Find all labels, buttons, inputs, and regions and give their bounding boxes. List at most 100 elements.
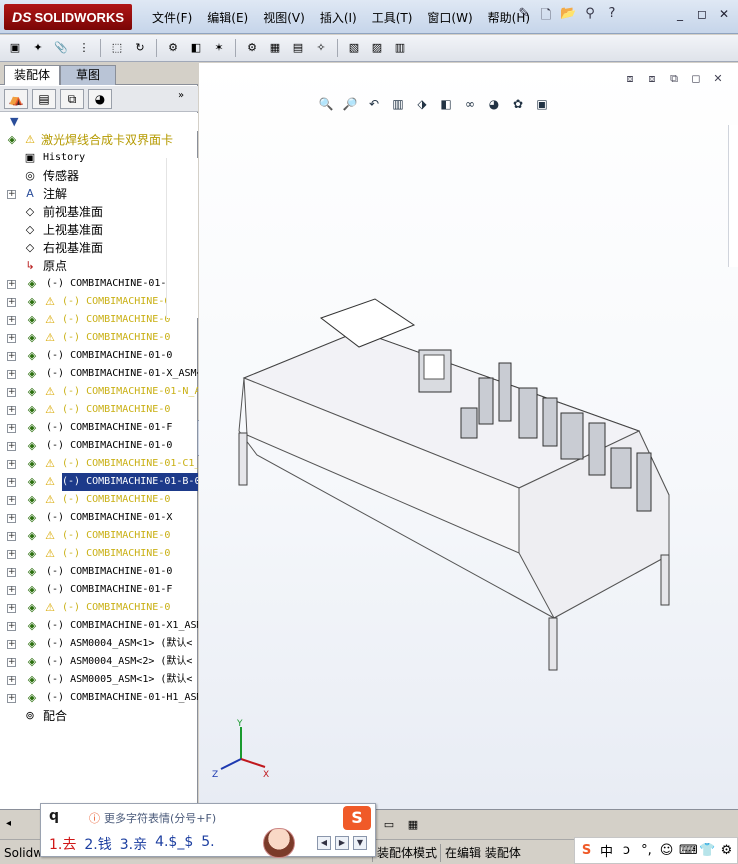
half-width-toggle[interactable]: ɔ (619, 843, 634, 858)
tree-item-component[interactable]: + ◈ ⚠ (-) COMBIMACHINE-01-C1_ (0, 455, 198, 473)
tree-item-component[interactable]: + ◈ (-) COMBIMACHINE-01-F (0, 419, 198, 437)
section-view-icon[interactable]: ▥ (389, 95, 407, 113)
expand-toggle[interactable]: + (7, 478, 16, 487)
tree-item-component[interactable]: + ◈ ⚠ (-) COMBIMACHINE-0 (0, 401, 198, 419)
tree-item-component[interactable]: + ◈ (-) COMBIMACHINE-01-F (0, 581, 198, 599)
machine-model[interactable] (199, 263, 738, 863)
expand-toggle[interactable]: + (7, 406, 16, 415)
tree-item-component[interactable]: + ◈ (-) COMBIMACHINE-01-X1_ASM (0, 617, 198, 635)
close-icon[interactable]: ✕ (716, 8, 732, 22)
menu-view[interactable]: 视图(V) (257, 8, 311, 28)
tree-item-component[interactable]: + ◈ ⚠ (-) COMBIMACHINE-01-B-0 (0, 473, 198, 491)
tree-item-component[interactable]: + ◈ (-) COMBIMACHINE-01-0 (0, 437, 198, 455)
tree-root[interactable]: ◈ ⚠ 激光焊线合成卡双界面卡 (0, 131, 198, 149)
reference-geometry-icon[interactable]: ⚙ (243, 39, 261, 57)
smart-fasteners-icon[interactable]: ⚙ (164, 39, 182, 57)
expand-toggle[interactable]: + (7, 442, 16, 451)
tree-item-component[interactable]: + ◈ ⚠ (-) COMBIMACHINE-01-N_A (0, 383, 198, 401)
menu-file[interactable]: 文件(F) (146, 8, 198, 28)
help-icon[interactable]: ? (604, 6, 620, 24)
filter-icon[interactable]: ▼ (10, 115, 18, 128)
tree-item-component[interactable]: + ◈ ⚠ (-) COMBIMACHINE-0 (0, 491, 198, 509)
view-orientation-icon[interactable]: ⬗ (413, 95, 431, 113)
tree-item-component[interactable]: + ◈ ⚠ (-) COMBIMACHINE-0 (0, 545, 198, 563)
ime-prev-page-icon[interactable]: ◀ (317, 836, 331, 850)
tree-item-component[interactable]: + ◈ ⚠ (-) COMBIMACHINE-0 (0, 599, 198, 617)
expand-toggle[interactable]: + (7, 640, 16, 649)
expand-toggle[interactable]: + (7, 514, 16, 523)
expand-toggle[interactable]: + (7, 190, 16, 199)
hide-show-items-icon[interactable]: ∞ (461, 95, 479, 113)
expand-toggle[interactable]: + (7, 568, 16, 577)
property-manager-tab-icon[interactable]: ▤ (32, 89, 56, 109)
insert-component-icon[interactable]: ▣ (6, 39, 24, 57)
sogou-tray-logo[interactable]: S (579, 843, 594, 858)
tree-item-component[interactable]: + ◈ (-) ASM0004_ASM<1> (默认< (0, 635, 198, 653)
tab-assembly[interactable]: 装配体 (4, 65, 60, 85)
display-manager-tab-icon[interactable]: ◕ (88, 89, 112, 109)
tree-item-component[interactable]: + ◈ (-) ASM0004_ASM<2> (默认< (0, 653, 198, 671)
mate-icon[interactable]: 📎 (52, 39, 70, 57)
ime-hint[interactable]: ⓘ 更多字符表情(分号+F) (89, 810, 216, 826)
tree-item-component[interactable]: + ◈ (-) COMBIMACHINE-01-X (0, 509, 198, 527)
exploded-view-icon[interactable]: ✧ (312, 39, 330, 57)
expand-toggle[interactable]: + (7, 388, 16, 397)
viewport-prev-icon[interactable]: ⧈ (622, 71, 638, 85)
expand-toggle[interactable]: + (7, 622, 16, 631)
expand-toggle[interactable]: + (7, 316, 16, 325)
show-hidden-icon[interactable]: ◧ (187, 39, 205, 57)
ime-next-page-icon[interactable]: ▶ (335, 836, 349, 850)
expand-toggle[interactable]: + (7, 532, 16, 541)
configuration-manager-tab-icon[interactable]: ⧉ (60, 89, 84, 109)
rotate-component-icon[interactable]: ↻ (131, 39, 149, 57)
expand-panel-icon[interactable]: » (178, 90, 184, 101)
tree-item-mates[interactable]: ⊚ 配合 (0, 707, 198, 725)
view-settings-icon[interactable]: ▣ (533, 95, 551, 113)
pin-toggle-icon[interactable]: ⚲ (582, 6, 598, 24)
expand-toggle[interactable]: + (7, 586, 16, 595)
tree-item-component[interactable]: + ◈ (-) COMBIMACHINE-01-X_ASM< (0, 365, 198, 383)
split-view-icon[interactable]: ▦ (404, 816, 422, 834)
expand-toggle[interactable]: + (7, 604, 16, 613)
tree-item-component[interactable]: + ◈ ⚠ (-) COMBIMACHINE-0 (0, 329, 198, 347)
new-motion-study-icon[interactable]: ▦ (266, 39, 284, 57)
task-pane-strip[interactable] (728, 125, 738, 267)
expand-toggle[interactable]: + (7, 694, 16, 703)
open-folder-icon[interactable]: 📂 (560, 6, 576, 24)
bill-of-materials-icon[interactable]: ▤ (289, 39, 307, 57)
tab-sketch[interactable]: 草图 (60, 65, 116, 85)
expand-toggle[interactable]: + (7, 298, 16, 307)
ime-expand-icon[interactable]: ▼ (353, 836, 367, 850)
ime-candidate[interactable]: 1.去 (49, 834, 76, 854)
expand-toggle[interactable]: + (7, 334, 16, 343)
previous-view-icon[interactable]: ↶ (365, 95, 383, 113)
single-view-icon[interactable]: ▭ (380, 816, 398, 834)
chinese-mode-toggle[interactable]: 中 (599, 841, 614, 860)
ime-candidate[interactable]: 4.$_$ (155, 834, 193, 854)
linear-pattern-icon[interactable]: ⋮ (75, 39, 93, 57)
viewport-tile-icon[interactable]: ⧉ (666, 71, 682, 85)
viewport-maximize-icon[interactable]: ◻ (688, 71, 704, 85)
scroll-left-icon[interactable]: ◂ (6, 818, 11, 829)
punctuation-toggle[interactable]: °, (639, 843, 654, 858)
feature-manager-tab-icon[interactable]: ⛺ (4, 89, 28, 109)
edit-appearance-icon[interactable]: ◕ (485, 95, 503, 113)
expand-toggle[interactable]: + (7, 496, 16, 505)
menu-insert[interactable]: 插入(I) (314, 8, 363, 28)
tree-item-component[interactable]: + ◈ (-) COMBIMACHINE-01-H1_ASM (0, 689, 198, 707)
expand-toggle[interactable]: + (7, 352, 16, 361)
zoom-to-area-icon[interactable]: 🔎 (341, 95, 359, 113)
tree-item-component[interactable]: + ◈ ⚠ (-) COMBIMACHINE-0 (0, 527, 198, 545)
skin-icon[interactable]: 👕 (699, 843, 715, 858)
display-style-icon[interactable]: ◧ (437, 95, 455, 113)
expand-toggle[interactable]: + (7, 280, 16, 289)
apply-scene-icon[interactable]: ✿ (509, 95, 527, 113)
keyboard-icon[interactable]: ⌨ (679, 843, 698, 858)
expand-toggle[interactable]: + (7, 370, 16, 379)
expand-toggle[interactable]: + (7, 550, 16, 559)
menu-edit[interactable]: 编辑(E) (201, 8, 254, 28)
viewport-next-icon[interactable]: ⧈ (644, 71, 660, 85)
settings-icon[interactable]: ⚙ (719, 843, 734, 858)
ime-candidate[interactable]: 5. (201, 834, 214, 854)
ime-candidate[interactable]: 2.钱 (84, 834, 111, 854)
